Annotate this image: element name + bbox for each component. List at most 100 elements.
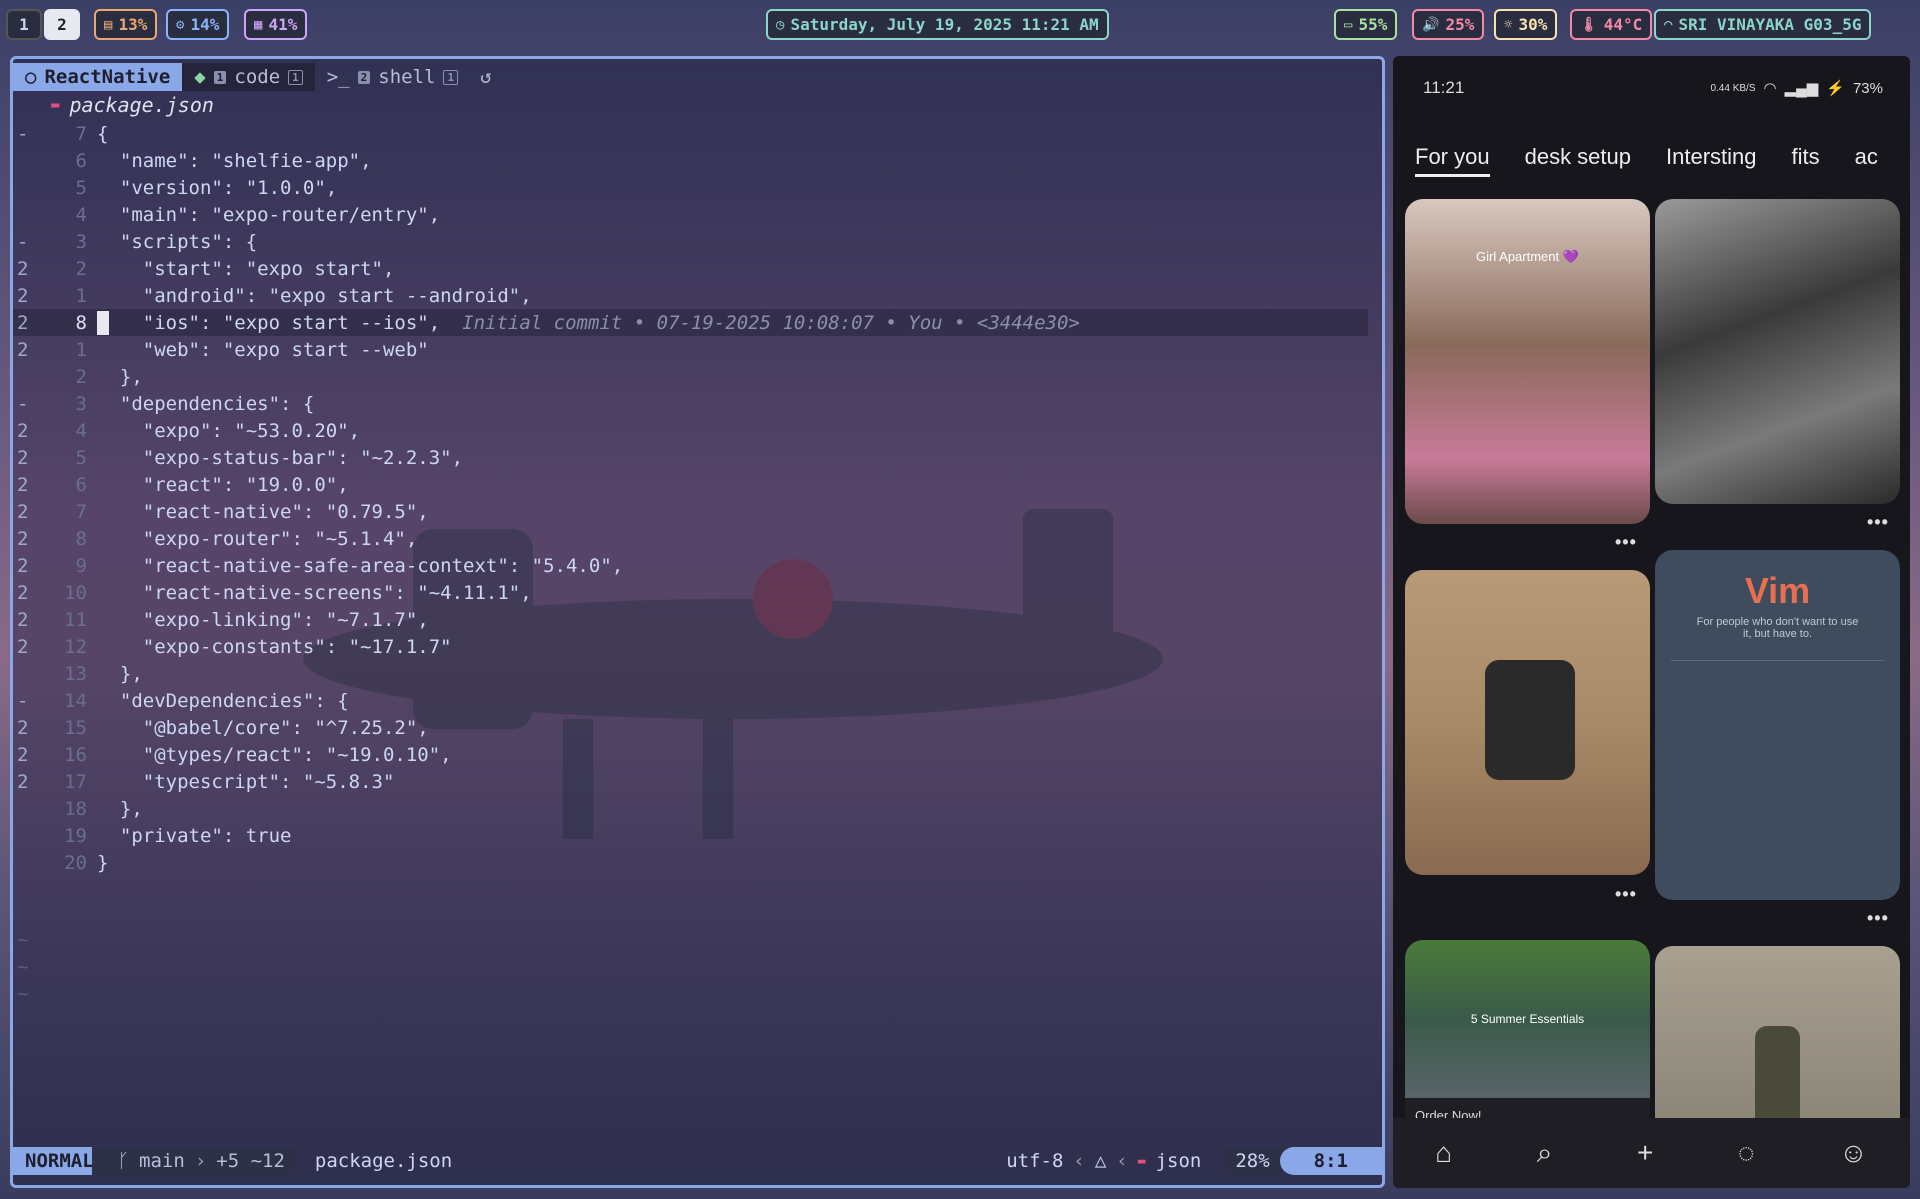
- code-text: "expo-constants": "~17.1.7": [97, 635, 452, 658]
- code-line[interactable]: - 3 "scripts": {: [13, 228, 1382, 255]
- more-options-icon[interactable]: •••: [1615, 884, 1637, 905]
- code-line[interactable]: 2 6 "react": "19.0.0",: [13, 471, 1382, 498]
- tab-reactnative[interactable]: ○ ReactNative: [13, 63, 183, 91]
- tab-intersting[interactable]: Intersting: [1666, 144, 1757, 177]
- code-line[interactable]: 18 },: [13, 795, 1382, 822]
- memory-usage-widget[interactable]: ▦ 41%: [244, 9, 308, 40]
- statusline: NORMAL ᚴ main › +5 ~12 package.json utf-…: [13, 1147, 1382, 1175]
- line-number: 2: [75, 257, 87, 280]
- volume-widget[interactable]: 🔊 25%: [1412, 9, 1485, 40]
- brightness-icon: ☼: [1504, 16, 1513, 33]
- pin-vim-cheatsheet[interactable]: Vim For people who don't want to use it,…: [1655, 550, 1900, 900]
- profile-icon[interactable]: ☺: [1839, 1137, 1868, 1169]
- code-line[interactable]: - 3 "dependencies": {: [13, 390, 1382, 417]
- editor-window[interactable]: ○ ReactNative ◆ 1 code 1 >_ 2 shell 1 ↺ …: [10, 56, 1385, 1188]
- tab-fits[interactable]: fits: [1792, 144, 1820, 177]
- more-options-icon[interactable]: •••: [1615, 532, 1637, 553]
- pin-street-shoes[interactable]: [1655, 199, 1900, 504]
- phone-nav-bar: ⌂ ⌕ + ◌ ☺: [1393, 1118, 1910, 1188]
- code-line[interactable]: 2 },: [13, 363, 1382, 390]
- more-options-icon[interactable]: •••: [1867, 908, 1889, 929]
- code-line[interactable]: 2 4 "expo": "~53.0.20",: [13, 417, 1382, 444]
- code-line[interactable]: 2 8 "expo-router": "~5.1.4",: [13, 525, 1382, 552]
- line-number: 1: [75, 338, 87, 361]
- code-buffer[interactable]: -7{6 "name": "shelfie-app", 5 "version": …: [13, 120, 1382, 876]
- brightness-widget[interactable]: ☼ 30%: [1494, 9, 1558, 40]
- code-line[interactable]: 13 },: [13, 660, 1382, 687]
- home-icon[interactable]: ⌂: [1435, 1137, 1452, 1169]
- history-icon[interactable]: ↺: [480, 66, 491, 88]
- empty-line-marker: ~: [17, 929, 29, 951]
- disk-usage-widget[interactable]: ▤ 13%: [94, 9, 158, 40]
- clock-widget[interactable]: ◷ Saturday, July 19, 2025 11:21 AM: [766, 9, 1109, 40]
- code-text: "expo-linking": "~7.1.7",: [97, 608, 429, 631]
- git-blame-annotation: Initial commit • 07-19-2025 10:08:07 • Y…: [462, 311, 1080, 334]
- git-sign: 2: [17, 311, 29, 334]
- code-line[interactable]: 19 "private": true: [13, 822, 1382, 849]
- wifi-widget[interactable]: ◠ SRI VINAYAKA G03_5G: [1654, 9, 1872, 40]
- pin-bag-essentials[interactable]: [1405, 570, 1650, 875]
- temperature-widget[interactable]: 🌡 44°C: [1570, 9, 1653, 40]
- code-text: },: [97, 365, 143, 388]
- battery-widget[interactable]: ▭ 55%: [1334, 9, 1398, 40]
- code-line[interactable]: 2 9 "react-native-safe-area-context": "5.…: [13, 552, 1382, 579]
- code-line[interactable]: 5 "version": "1.0.0",: [13, 174, 1382, 201]
- file-title: ▬ package.json: [51, 93, 214, 117]
- wifi-icon: ◠: [1664, 16, 1673, 33]
- code-text: "typescript": "~5.8.3": [97, 770, 395, 793]
- tab-code[interactable]: ◆ 1 code 1: [182, 63, 315, 91]
- messages-icon[interactable]: ◌: [1738, 1137, 1755, 1169]
- code-line[interactable]: 2 2 "start": "expo start",: [13, 255, 1382, 282]
- code-line[interactable]: 6 "name": "shelfie-app",: [13, 147, 1382, 174]
- code-line[interactable]: 2 1 "web": "expo start --web": [13, 336, 1382, 363]
- code-line[interactable]: 2 7 "react-native": "0.79.5",: [13, 498, 1382, 525]
- code-line[interactable]: 2 12 "expo-constants": "~17.1.7": [13, 633, 1382, 660]
- code-line[interactable]: 4 "main": "expo-router/entry",: [13, 201, 1382, 228]
- git-sign: 2: [17, 608, 29, 631]
- pin-man-portrait[interactable]: [1655, 946, 1900, 1136]
- code-line[interactable]: 2 5 "expo-status-bar": "~2.2.3",: [13, 444, 1382, 471]
- git-sign: 2: [17, 770, 29, 793]
- pin-girl-apartment[interactable]: Girl Apartment 💜: [1405, 199, 1650, 524]
- more-options-icon[interactable]: •••: [1867, 512, 1889, 533]
- phone-time: 11:21: [1423, 78, 1465, 97]
- git-sign: 2: [17, 554, 29, 577]
- line-number: 2: [75, 365, 87, 388]
- tab-shell[interactable]: >_ 2 shell 1 ↺: [315, 63, 504, 91]
- workspace-1-button[interactable]: 1: [6, 9, 42, 40]
- code-text: "expo-router": "~5.1.4",: [97, 527, 418, 550]
- phone-mirror-window[interactable]: 11:21 0.44 KB/S ◠ ▂▄▆ ⚡ 73% For you desk…: [1393, 56, 1910, 1188]
- thermometer-icon: 🌡: [1580, 16, 1598, 33]
- code-line[interactable]: - 7 {: [13, 120, 1382, 147]
- code-line[interactable]: 2 17 "typescript": "~5.8.3": [13, 768, 1382, 795]
- code-line[interactable]: 2 16 "@types/react": "~19.0.10",: [13, 741, 1382, 768]
- code-line[interactable]: 20}: [13, 849, 1382, 876]
- tab-ac[interactable]: ac: [1855, 144, 1878, 177]
- git-branch[interactable]: ᚴ main › +5 ~12: [91, 1147, 299, 1175]
- code-text: "@types/react": "~19.0.10",: [97, 743, 452, 766]
- code-line[interactable]: 2 10 "react-native-screens": "~4.11.1",: [13, 579, 1382, 606]
- code-text: "scripts": {: [97, 230, 258, 253]
- line-number: 8: [75, 311, 87, 334]
- code-line[interactable]: 2 11 "expo-linking": "~7.1.7",: [13, 606, 1382, 633]
- add-icon[interactable]: +: [1637, 1137, 1653, 1169]
- current-line[interactable]: 2 8 "ios": "expo start --ios", Initial com…: [13, 309, 1368, 336]
- pin-summer-essentials[interactable]: 5 Summer Essentials Order Now!: [1405, 940, 1650, 1140]
- tab-for-you[interactable]: For you: [1415, 144, 1490, 177]
- wifi-icon: ◠: [1763, 80, 1777, 97]
- line-number: 20: [64, 851, 87, 874]
- tab-desk-setup[interactable]: desk setup: [1525, 144, 1631, 177]
- line-number: 18: [64, 797, 87, 820]
- code-line[interactable]: 2 15 "@babel/core": "^7.25.2",: [13, 714, 1382, 741]
- scroll-percent: 28%: [1221, 1147, 1284, 1175]
- encoding: utf-8: [1006, 1150, 1064, 1172]
- search-icon[interactable]: ⌕: [1537, 1137, 1553, 1170]
- line-number: 13: [64, 662, 87, 685]
- code-line[interactable]: 2 1 "android": "expo start --android",: [13, 282, 1382, 309]
- code-line[interactable]: - 14 "devDependencies": {: [13, 687, 1382, 714]
- cpu-usage-widget[interactable]: ⚙ 14%: [166, 9, 230, 40]
- linux-icon: △: [1094, 1150, 1107, 1172]
- workspace-2-button[interactable]: 2: [44, 9, 80, 40]
- git-sign: 2: [17, 743, 29, 766]
- line-number: 1: [75, 284, 87, 307]
